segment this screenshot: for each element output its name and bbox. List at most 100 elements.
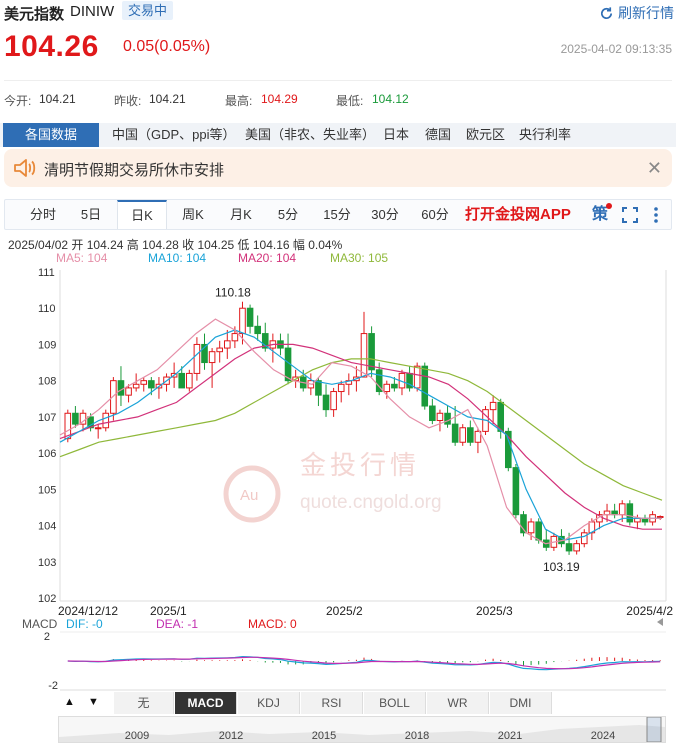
candle-body — [429, 405, 436, 422]
period-weekly[interactable]: 周K — [173, 200, 213, 229]
indicator-rsi[interactable]: RSI — [301, 692, 363, 714]
candle-body — [94, 427, 102, 430]
y-tick-label: 104 — [38, 521, 56, 533]
macd-legend-item: MACD: 0 — [248, 617, 297, 631]
candle-body — [178, 372, 186, 389]
data-tabs: 各国数据 中国（GDP、ppi等） 美国（非农、失业率） 日本 德国 欧元区 央… — [0, 123, 676, 147]
period-tabs: 分时 5日 日K 周K 月K 5分 15分 30分 60分 打开金投网APP 策 — [4, 199, 672, 230]
period-60min[interactable]: 60分 — [415, 200, 455, 229]
y-tick-label: 103 — [38, 557, 56, 569]
candle-body — [535, 521, 542, 541]
instrument-code: DINIW — [70, 3, 115, 20]
candle-body — [208, 351, 216, 364]
tab-usa[interactable]: 美国（非农、失业率） — [245, 123, 375, 147]
y-tick-label: 107 — [38, 412, 56, 424]
y-tick-label: 110 — [38, 303, 56, 315]
y-tick-label: 109 — [38, 339, 56, 351]
candle-body — [444, 412, 451, 425]
x-tick-label: 2025/1 — [150, 604, 187, 618]
candle-body — [72, 412, 79, 425]
prev-close-value: 104.21 — [149, 92, 186, 106]
range-navigator[interactable]: 2009 2012 2015 2018 2021 2024 — [58, 716, 666, 743]
tab-china[interactable]: 中国（GDP、ppi等） — [112, 123, 236, 147]
candle-body — [110, 380, 117, 414]
period-30min[interactable]: 30分 — [365, 200, 405, 229]
period-5day[interactable]: 5日 — [73, 200, 109, 229]
navigator-chart[interactable]: 2009 2012 2015 2018 2021 2024 — [59, 716, 665, 743]
refresh-button[interactable]: 刷新行情 — [599, 3, 674, 23]
candle-body — [436, 412, 444, 422]
x-tick-label: 2024/12/12 — [58, 604, 118, 618]
navigator-handle — [646, 716, 662, 743]
instrument-name: 美元指数 — [4, 6, 65, 23]
candle-body — [451, 423, 459, 443]
indicator-none[interactable]: 无 — [114, 692, 174, 714]
period-intraday[interactable]: 分时 — [23, 200, 63, 229]
period-monthly[interactable]: 月K — [221, 200, 261, 229]
kline-chart[interactable]: 111 110 109 108 107 106 105 104 103 102 Au 金投行情 quot… — [0, 262, 676, 692]
high-value: 104.29 — [261, 92, 298, 106]
watermark-text: 金投行情 — [300, 451, 420, 481]
candle-body — [125, 387, 132, 396]
candle-body — [512, 467, 520, 516]
tab-countries[interactable]: 各国数据 — [3, 123, 99, 147]
candle-body — [239, 307, 246, 335]
candle-body — [421, 365, 429, 407]
indicator-boll[interactable]: BOLL — [364, 692, 426, 714]
indicator-macd[interactable]: MACD — [175, 692, 237, 714]
period-5min[interactable]: 5分 — [271, 200, 305, 229]
period-15min[interactable]: 15分 — [317, 200, 357, 229]
low-label: 最低: — [336, 94, 364, 108]
candle-body — [315, 380, 322, 396]
candle-body — [132, 383, 140, 389]
candle-body — [148, 380, 155, 389]
refresh-icon — [601, 6, 613, 19]
open-app-link[interactable]: 打开金投网APP — [465, 200, 571, 229]
more-icon[interactable] — [653, 206, 659, 224]
navigator-year-label: 2015 — [312, 730, 336, 742]
fullscreen-icon[interactable] — [622, 207, 638, 223]
watermark-url: quote.cngold.org — [300, 492, 442, 513]
candle-body — [626, 503, 634, 523]
macd-legend-item: DEA: -1 — [156, 617, 198, 631]
tab-germany[interactable]: 德国 — [425, 123, 451, 147]
candle-body — [459, 427, 467, 443]
min-annotation: 103.19 — [543, 560, 580, 574]
quote-timestamp: 2025-04-02 09:13:35 — [560, 42, 672, 56]
candle-body — [489, 401, 497, 411]
candle-body — [231, 333, 239, 342]
max-annotation: 110.18 — [215, 286, 251, 300]
y-tick-label: 102 — [38, 593, 56, 605]
macd-arrow-icon — [657, 618, 663, 626]
navigator-year-label: 2018 — [405, 730, 429, 742]
notice-text: 清明节假期交易所休市安排 — [44, 162, 225, 179]
status-badge: 交易中 — [122, 1, 174, 20]
tab-central-bank-rates[interactable]: 央行利率 — [519, 123, 571, 147]
candle-body — [223, 340, 231, 349]
low-value: 104.12 — [372, 92, 409, 106]
candle-body — [391, 383, 398, 389]
y-tick-label: 111 — [38, 267, 55, 279]
speaker-icon — [14, 159, 36, 177]
indicator-wr[interactable]: WR — [427, 692, 489, 714]
candle-body — [140, 380, 148, 385]
price-change: 0.05(0.05%) — [123, 38, 211, 55]
x-tick-label: 2025/4/2 — [626, 604, 673, 618]
last-price: 104.26 — [4, 30, 99, 63]
watermark-logo-text: Au — [240, 487, 258, 504]
indicator-dmi[interactable]: DMI — [490, 692, 552, 714]
y-tick-label: 105 — [38, 484, 56, 496]
tab-japan[interactable]: 日本 — [383, 123, 409, 147]
indicator-kdj[interactable]: KDJ — [238, 692, 300, 714]
candle-body — [383, 383, 391, 393]
tab-eurozone[interactable]: 欧元区 — [466, 123, 505, 147]
refresh-label: 刷新行情 — [618, 5, 674, 21]
candle-body — [360, 333, 368, 378]
prev-close-label: 昨收: — [114, 94, 142, 108]
period-daily[interactable]: 日K — [117, 200, 167, 229]
notice-banner[interactable]: 清明节假期交易所休市安排 ✕ — [4, 149, 672, 187]
close-icon[interactable]: ✕ — [647, 158, 662, 179]
candle-body — [580, 532, 588, 545]
macd-legend-item: MACD — [22, 617, 58, 631]
candle-body — [216, 347, 223, 353]
